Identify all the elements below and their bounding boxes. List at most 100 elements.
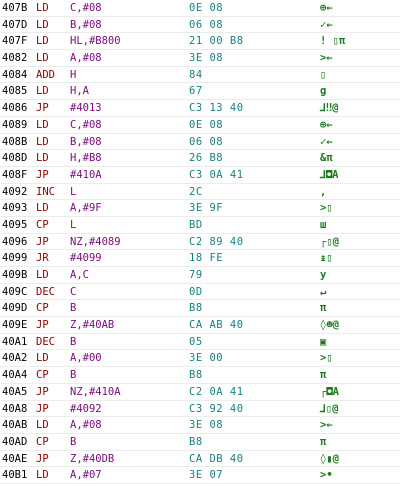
mnemonic-cell: LD [36,202,49,215]
listing-row[interactable]: 40A5 JP NZ,#410A C2 0A 41 ┌◘A [0,384,400,401]
operand-cell: A,#9F [70,202,102,215]
chars-cell: ⅃◘A [320,168,339,181]
address-cell: 407F [2,35,28,48]
bytes-cell: 06 08 [189,18,224,31]
listing-row[interactable]: 409C DEC C 0D ↵ [0,284,400,301]
chars-cell: π [320,369,327,382]
operand-cell: #4099 [70,252,102,265]
mnemonic-cell: LD [36,469,49,482]
listing-row[interactable]: 40AE JP Z,#40DB CA DB 40 ◊▮@ [0,451,400,468]
chars-cell: ┌▯@ [320,235,339,248]
address-cell: 4089 [2,118,28,131]
chars-cell: >← [320,419,333,432]
mnemonic-cell: CP [36,435,49,448]
mnemonic-cell: LD [36,269,49,281]
bytes-cell: B8 [189,435,203,448]
mnemonic-cell: ADD [36,68,55,81]
mnemonic-cell: JP [36,452,49,465]
address-cell: 4095 [2,218,28,231]
address-cell: 4096 [2,235,28,248]
operand-cell: A,#00 [70,352,102,365]
address-cell: 40A1 [2,335,28,348]
listing-row[interactable]: 40A1 DEC B 05 ▣ [0,334,400,351]
mnemonic-cell: LD [36,419,49,432]
operand-cell: Z,#40AB [70,319,115,332]
listing-row[interactable]: 40A2 LD A,#00 3E 00 >▯ [0,350,400,368]
mnemonic-cell: CP [36,218,49,231]
mnemonic-cell: LD [36,352,49,365]
listing-row[interactable]: 409B LD A,C 79 y [0,267,400,284]
operand-cell: C [70,285,77,298]
chars-cell: ◊☻@ [320,319,339,332]
bytes-cell: 3E 9F [189,202,224,215]
mnemonic-cell: LD [36,18,49,31]
listing-row[interactable]: 40A4 CP B B8 π [0,367,400,384]
listing-row[interactable]: 4086 JP #4013 C3 13 40 ⅃‼@ [0,100,400,117]
operand-cell: B [70,435,77,448]
chars-cell: ⊕← [320,118,333,131]
operand-cell: #4013 [70,102,102,115]
listing-row[interactable]: 407F LD HL,#B800 21 00 B8 ! ▯π [0,33,400,51]
mnemonic-cell: LD [36,35,49,48]
chars-cell: ⊕← [320,2,333,14]
bytes-cell: C3 13 40 [189,102,244,115]
listing-row[interactable]: 407D LD B,#08 06 08 ✓← [0,17,400,34]
chars-cell: ⅃‼@ [320,102,339,115]
chars-cell: ↵ [320,285,327,298]
address-cell: 40B1 [2,469,28,482]
bytes-cell: 3E 08 [189,52,224,65]
address-cell: 407B [2,2,28,14]
bytes-cell: 0E 08 [189,2,224,14]
bytes-cell: C2 0A 41 [189,385,244,398]
operand-cell: L [70,185,77,198]
chars-cell: ш [320,218,327,231]
listing-row[interactable]: 409E JP Z,#40AB CA AB 40 ◊☻@ [0,317,400,334]
listing-row[interactable]: 407B LD C,#08 0E 08 ⊕← [0,0,400,17]
listing-row[interactable]: 408F JP #410A C3 0A 41 ⅃◘A [0,167,400,184]
bytes-cell: 3E 08 [189,419,224,432]
address-cell: 4099 [2,252,28,265]
listing-row[interactable]: 40A8 JP #4092 C3 92 40 ⅃▯@ [0,401,400,418]
listing-row[interactable]: 4085 LD H,A 67 g [0,83,400,101]
chars-cell: y [320,269,327,281]
mnemonic-cell: LD [36,152,49,165]
listing-row[interactable]: 409D CP B B8 π [0,300,400,318]
address-cell: 4086 [2,102,28,115]
address-cell: 40AB [2,419,28,432]
listing-row[interactable]: 4093 LD A,#9F 3E 9F >▯ [0,200,400,217]
listing-row[interactable]: 4095 CP L BD ш [0,217,400,234]
listing-row[interactable]: 408D LD H,#B8 26 B8 &π [0,150,400,167]
address-cell: 409E [2,319,28,332]
address-cell: 4085 [2,85,28,98]
bytes-cell: 06 08 [189,135,224,148]
listing-row[interactable]: 40AD CP B B8 π [0,434,400,451]
listing-row[interactable]: 4084 ADD H 84 ▯ [0,67,400,84]
bytes-cell: BD [189,218,203,231]
bytes-cell: C3 92 40 [189,402,244,415]
bytes-cell: CA DB 40 [189,452,244,465]
chars-cell: >← [320,52,333,65]
listing-row[interactable]: 4096 JP NZ,#4089 C2 89 40 ┌▯@ [0,234,400,251]
mnemonic-cell: JR [36,252,49,265]
mnemonic-cell: DEC [36,335,55,348]
address-cell: 407D [2,18,28,31]
listing-row[interactable]: 40AB LD A,#08 3E 08 >← [0,417,400,434]
address-cell: 4082 [2,52,28,65]
chars-cell: ⅃▯@ [320,402,339,415]
listing-row[interactable]: 408B LD B,#08 06 08 ✓← [0,134,400,151]
listing-row[interactable]: 4089 LD C,#08 0E 08 ⊕← [0,117,400,134]
listing-row[interactable]: 4099 JR #4099 18 FE ↨▯ [0,250,400,267]
listing-row[interactable]: 4082 LD A,#08 3E 08 >← [0,50,400,67]
listing-row[interactable]: 4092 INC L 2C, [0,184,400,201]
bytes-cell: CA AB 40 [189,319,244,332]
mnemonic-cell: LD [36,85,49,98]
bytes-cell: 79 [189,269,203,281]
listing-row[interactable]: 40B1 LD A,#07 3E 07 >• [0,467,400,484]
mnemonic-cell: LD [36,2,49,14]
mnemonic-cell: CP [36,302,49,315]
mnemonic-cell: JP [36,168,49,181]
operand-cell: L [70,218,77,231]
bytes-cell: B8 [189,369,203,382]
address-cell: 40A4 [2,369,28,382]
chars-cell: ✓← [320,135,333,148]
